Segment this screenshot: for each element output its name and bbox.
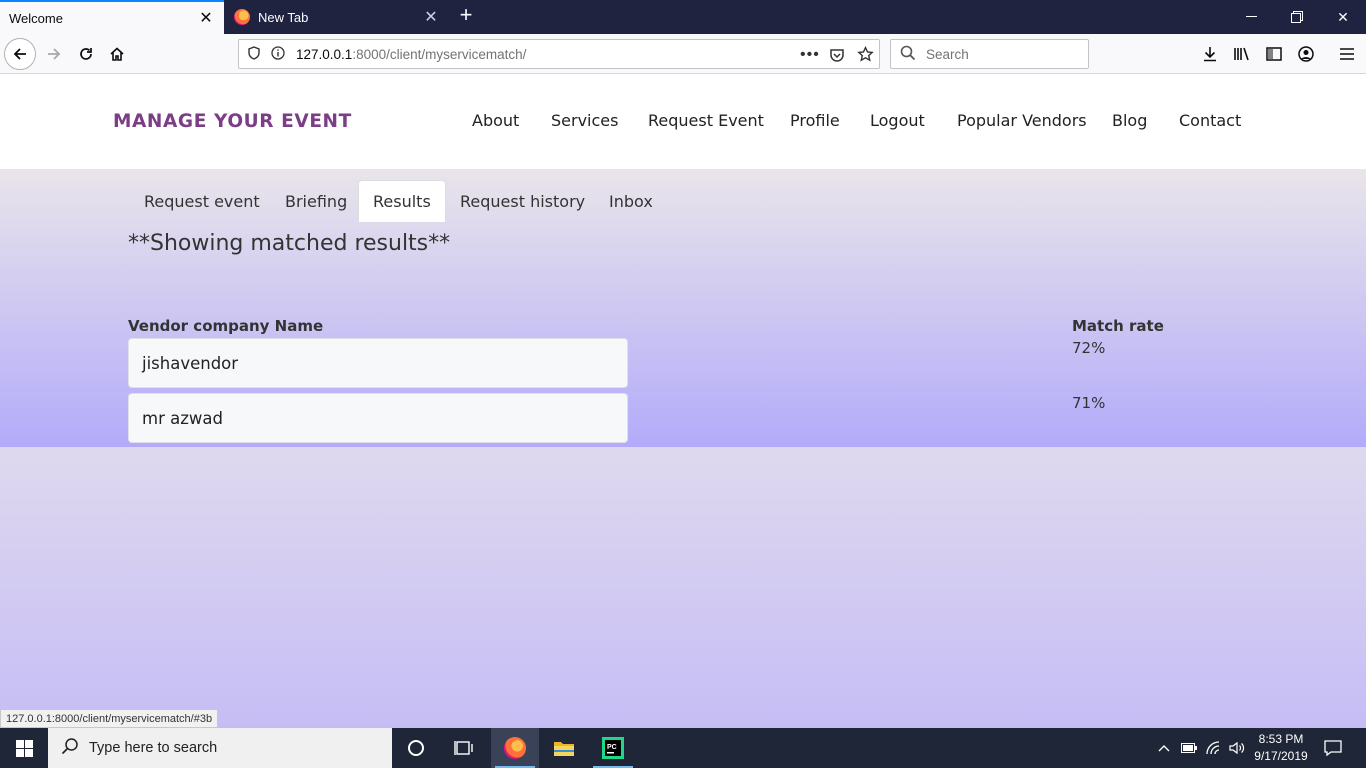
tab-request-history[interactable]: Request history	[460, 180, 585, 222]
account-icon[interactable]	[1296, 44, 1316, 64]
tab-request-event[interactable]: Request event	[144, 180, 260, 222]
clock-time: 8:53 PM	[1258, 732, 1304, 746]
site-header: MANAGE YOUR EVENT About Services Request…	[0, 75, 1366, 169]
close-window-button[interactable]: ✕	[1320, 0, 1366, 34]
library-icon[interactable]	[1232, 44, 1252, 64]
url-text[interactable]: 127.0.0.1:8000/client/myservicematch/	[296, 47, 526, 62]
firefox-icon	[234, 9, 250, 25]
new-tab-button[interactable]: +	[454, 4, 478, 28]
tab-title: Welcome	[9, 10, 63, 26]
tab-briefing[interactable]: Briefing	[285, 180, 347, 222]
svg-text:PC: PC	[607, 744, 617, 751]
tab-new-tab[interactable]: New Tab ✕	[225, 0, 449, 34]
tab-welcome[interactable]: Welcome ✕	[0, 0, 224, 34]
search-placeholder: Search	[926, 46, 969, 62]
nav-profile[interactable]: Profile	[790, 111, 840, 130]
nav-logout[interactable]: Logout	[870, 111, 925, 130]
search-icon	[61, 737, 79, 759]
page-actions-icon[interactable]: •••	[800, 46, 820, 64]
pocket-icon[interactable]	[829, 47, 845, 66]
info-icon[interactable]	[271, 45, 285, 63]
taskbar-clock[interactable]: 8:53 PM 9/17/2019	[1248, 731, 1314, 765]
firefox-taskbar-icon[interactable]	[491, 728, 539, 768]
battery-icon[interactable]	[1180, 728, 1198, 768]
page-content: MANAGE YOUR EVENT About Services Request…	[0, 75, 1366, 728]
address-bar[interactable]: 127.0.0.1:8000/client/myservicematch/ ••…	[238, 39, 880, 69]
match-rate-value: 72%	[1072, 339, 1106, 357]
shield-icon[interactable]	[247, 45, 261, 63]
restore-button[interactable]	[1274, 0, 1320, 34]
notifications-icon[interactable]	[1322, 728, 1344, 768]
nav-about[interactable]: About	[472, 111, 519, 130]
reload-icon[interactable]	[70, 38, 102, 70]
bookmark-star-icon[interactable]	[857, 45, 874, 66]
nav-blog[interactable]: Blog	[1112, 111, 1147, 130]
windows-taskbar: Type here to search PC 8:53 PM 9/17/2019	[0, 728, 1366, 768]
vendor-name-field[interactable]: mr azwad	[128, 393, 628, 443]
pycharm-icon[interactable]: PC	[589, 728, 637, 768]
tab-title: New Tab	[258, 9, 309, 25]
taskbar-search-input[interactable]: Type here to search	[48, 728, 392, 768]
back-button[interactable]	[4, 38, 36, 70]
nav-popular-vendors[interactable]: Popular Vendors	[957, 111, 1087, 130]
close-tab-icon[interactable]: ✕	[419, 7, 443, 27]
task-view-icon[interactable]	[440, 728, 488, 768]
nav-request-event[interactable]: Request Event	[648, 111, 764, 130]
cortana-icon[interactable]	[392, 728, 440, 768]
link-status-bar: 127.0.0.1:8000/client/myservicematch/#3b	[0, 709, 219, 728]
match-rate-column-header: Match rate	[1072, 317, 1164, 335]
minimize-button[interactable]	[1228, 0, 1274, 34]
nav-contact[interactable]: Contact	[1179, 111, 1241, 130]
file-explorer-icon[interactable]	[540, 728, 588, 768]
search-input[interactable]: Search	[890, 39, 1089, 69]
match-rate-value: 71%	[1072, 394, 1106, 412]
search-icon	[900, 45, 916, 64]
forward-button[interactable]	[38, 38, 70, 70]
browser-toolbar: 127.0.0.1:8000/client/myservicematch/ ••…	[0, 34, 1366, 74]
tab-results[interactable]: Results	[358, 180, 446, 222]
results-heading: **Showing matched results**	[128, 231, 451, 256]
results-panel: Request event Briefing Results Request h…	[0, 169, 1366, 447]
menu-icon[interactable]	[1337, 44, 1357, 64]
wifi-icon[interactable]	[1205, 728, 1223, 768]
taskbar-search-placeholder: Type here to search	[89, 740, 218, 756]
tab-inbox[interactable]: Inbox	[609, 180, 653, 222]
sidebar-icon[interactable]	[1264, 44, 1284, 64]
browser-tab-strip: Welcome ✕ New Tab ✕ + ✕	[0, 0, 1366, 34]
home-icon[interactable]	[101, 38, 133, 70]
chevron-up-icon[interactable]	[1156, 728, 1172, 768]
vendor-name-field[interactable]: jishavendor	[128, 338, 628, 388]
nav-services[interactable]: Services	[551, 111, 618, 130]
clock-date: 9/17/2019	[1254, 749, 1308, 763]
vendor-column-header: Vendor company Name	[128, 317, 324, 335]
volume-icon[interactable]	[1228, 728, 1246, 768]
close-tab-icon[interactable]: ✕	[194, 8, 218, 28]
download-icon[interactable]	[1200, 44, 1220, 64]
site-brand[interactable]: MANAGE YOUR EVENT	[113, 111, 352, 132]
windows-start-icon[interactable]	[0, 728, 48, 768]
